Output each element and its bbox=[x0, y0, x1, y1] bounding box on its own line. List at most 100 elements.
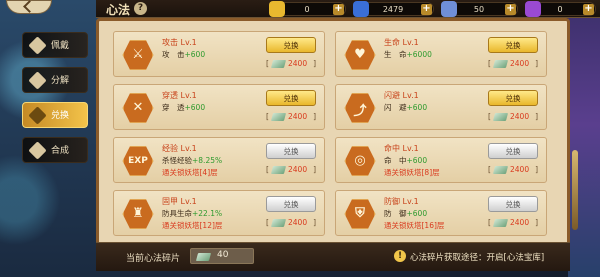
current-fragments-box: 40 bbox=[190, 248, 254, 264]
skill-stat: 杀怪经验+8.25% bbox=[162, 155, 222, 166]
skill-card-pierce: ✕ 穿透 Lv.1 穿 透+600 兑换 [2400] bbox=[113, 84, 325, 130]
exchange-button[interactable]: 兑换 bbox=[488, 143, 538, 159]
sidebar-item-decompose[interactable]: 分解 bbox=[22, 67, 88, 93]
stat-label: 攻 击 bbox=[162, 50, 185, 59]
page-title: 心法 bbox=[106, 3, 131, 17]
skill-card-armor: ♜ 固甲 Lv.1 防具生命+22.1% 通关锁妖塔[12]层 兑换 [2400… bbox=[113, 190, 325, 236]
sidebar-item-label: 分解 bbox=[51, 76, 70, 86]
add-sapphire-button[interactable]: + bbox=[421, 4, 432, 15]
skill-stat: 防 御+600 bbox=[384, 208, 427, 219]
exchange-button[interactable]: 兑换 bbox=[266, 196, 316, 212]
back-button[interactable] bbox=[6, 0, 52, 14]
unlock-condition: 通关锁妖塔[12]层 bbox=[162, 221, 223, 230]
cost: [2400] bbox=[266, 57, 316, 71]
resource-amethyst-value: 0 bbox=[557, 5, 563, 14]
cost-value: 2400 bbox=[288, 112, 308, 121]
fragment-icon bbox=[270, 113, 287, 121]
skill-card-grid: ⚔ 攻击 Lv.1 攻 击+600 兑换 [2400] ♥ 生命 Lv.1 生 … bbox=[113, 31, 557, 236]
fragment-icon bbox=[492, 60, 509, 68]
skill-card-life: ♥ 生命 Lv.1 生 命+6000 兑换 [2400] bbox=[335, 31, 547, 77]
skill-stat: 攻 击+600 bbox=[162, 49, 205, 60]
cost: [2400] bbox=[266, 163, 316, 177]
add-gold-button[interactable]: + bbox=[333, 4, 344, 15]
boot-icon: ⤴ bbox=[344, 93, 376, 123]
cost: [2400] bbox=[488, 110, 538, 124]
cost-value: 2400 bbox=[510, 112, 530, 121]
info-icon: ! bbox=[394, 250, 406, 262]
sidebar-item-exchange[interactable]: 兑换 bbox=[22, 102, 88, 128]
diamond-icon bbox=[441, 1, 457, 17]
skill-card-attack: ⚔ 攻击 Lv.1 攻 击+600 兑换 [2400] bbox=[113, 31, 325, 77]
equip-icon bbox=[28, 36, 47, 55]
exchange-button[interactable]: 兑换 bbox=[488, 37, 538, 53]
sidebar-item-compose[interactable]: 合成 bbox=[22, 137, 88, 163]
exchange-button[interactable]: 兑换 bbox=[488, 90, 538, 106]
stat-label: 防具生命 bbox=[162, 209, 192, 218]
fragment-icon bbox=[270, 166, 287, 174]
stat-bonus: +6000 bbox=[406, 50, 432, 59]
fragment-icon bbox=[492, 166, 509, 174]
stat-bonus: +22.1% bbox=[192, 209, 223, 218]
fragment-icon bbox=[195, 253, 212, 261]
fragment-source-text[interactable]: 心法碎片获取途径：开启[心法宝库] bbox=[410, 251, 544, 263]
stat-label: 闪 避 bbox=[384, 103, 407, 112]
add-amethyst-button[interactable]: + bbox=[583, 4, 594, 15]
skill-name: 攻击 Lv.1 bbox=[162, 38, 197, 47]
cost-value: 2400 bbox=[510, 165, 530, 174]
skill-name: 防御 Lv.1 bbox=[384, 197, 419, 206]
cost: [2400] bbox=[266, 216, 316, 230]
bottom-bar: 当前心法碎片 40 ! 心法碎片获取途径：开启[心法宝库] bbox=[96, 242, 570, 271]
stat-label: 杀怪经验 bbox=[162, 156, 192, 165]
help-icon[interactable]: ? bbox=[134, 2, 147, 15]
sidebar-item-label: 佩戴 bbox=[51, 41, 70, 51]
unlock-condition: 通关锁妖塔[16]层 bbox=[384, 221, 445, 230]
cost-value: 2400 bbox=[288, 59, 308, 68]
stat-label: 生 命 bbox=[384, 50, 407, 59]
armor-icon: ♜ bbox=[122, 199, 154, 229]
skill-name: 固甲 Lv.1 bbox=[162, 197, 197, 206]
stat-bonus: +600 bbox=[184, 103, 206, 112]
skill-stat: 防具生命+22.1% bbox=[162, 208, 222, 219]
skill-name: 闪避 Lv.1 bbox=[384, 91, 419, 100]
resource-diamond: 50 + bbox=[441, 1, 518, 17]
skill-name: 命中 Lv.1 bbox=[384, 144, 419, 153]
skill-card-accuracy: ◎ 命中 Lv.1 命 中+600 通关锁妖塔[8]层 兑换 [2400] bbox=[335, 137, 547, 183]
unlock-condition: 通关锁妖塔[4]层 bbox=[162, 168, 218, 177]
blue-crystal-icon bbox=[353, 1, 369, 17]
fragment-icon bbox=[270, 60, 287, 68]
sidebar-item-equip[interactable]: 佩戴 bbox=[22, 32, 88, 58]
cost-value: 2400 bbox=[510, 59, 530, 68]
resource-sapphire: 2479 + bbox=[353, 1, 434, 17]
pierce-icon: ✕ bbox=[122, 93, 154, 123]
background-scene-right bbox=[568, 0, 600, 277]
skill-card-experience: EXP 经验 Lv.1 杀怪经验+8.25% 通关锁妖塔[4]层 兑换 [240… bbox=[113, 137, 325, 183]
exchange-button[interactable]: 兑换 bbox=[266, 90, 316, 106]
cost: [2400] bbox=[488, 163, 538, 177]
exchange-button[interactable]: 兑换 bbox=[266, 37, 316, 53]
gold-ingot-icon bbox=[269, 1, 285, 17]
exchange-panel: ⚔ 攻击 Lv.1 攻 击+600 兑换 [2400] ♥ 生命 Lv.1 生 … bbox=[96, 18, 570, 271]
resource-diamond-value: 50 bbox=[473, 5, 485, 14]
skill-stat: 生 命+6000 bbox=[384, 49, 432, 60]
crossed-swords-icon: ⚔ bbox=[122, 40, 154, 70]
cost-value: 2400 bbox=[288, 165, 308, 174]
top-bar: 心法 ? 0 + 2479 + 50 + 0 + bbox=[96, 0, 600, 18]
exchange-button[interactable]: 兑换 bbox=[488, 196, 538, 212]
stat-label: 穿 透 bbox=[162, 103, 185, 112]
purple-crystal-icon bbox=[525, 1, 541, 17]
add-diamond-button[interactable]: + bbox=[505, 4, 516, 15]
stat-bonus: +600 bbox=[184, 50, 206, 59]
cost: [2400] bbox=[488, 216, 538, 230]
resource-sapphire-value: 2479 bbox=[382, 5, 404, 14]
resource-gold: 0 + bbox=[269, 1, 346, 17]
skill-card-dodge: ⤴ 闪避 Lv.1 闪 避+600 兑换 [2400] bbox=[335, 84, 547, 130]
exchange-button[interactable]: 兑换 bbox=[266, 143, 316, 159]
fragment-icon bbox=[492, 113, 509, 121]
stat-label: 命 中 bbox=[384, 156, 407, 165]
cost: [2400] bbox=[488, 57, 538, 71]
shield-icon: ⛨ bbox=[344, 199, 376, 229]
skill-stat: 闪 避+600 bbox=[384, 102, 427, 113]
compose-icon bbox=[28, 141, 47, 160]
skill-stat: 命 中+600 bbox=[384, 155, 427, 166]
current-fragments-label: 当前心法碎片 bbox=[126, 254, 181, 264]
